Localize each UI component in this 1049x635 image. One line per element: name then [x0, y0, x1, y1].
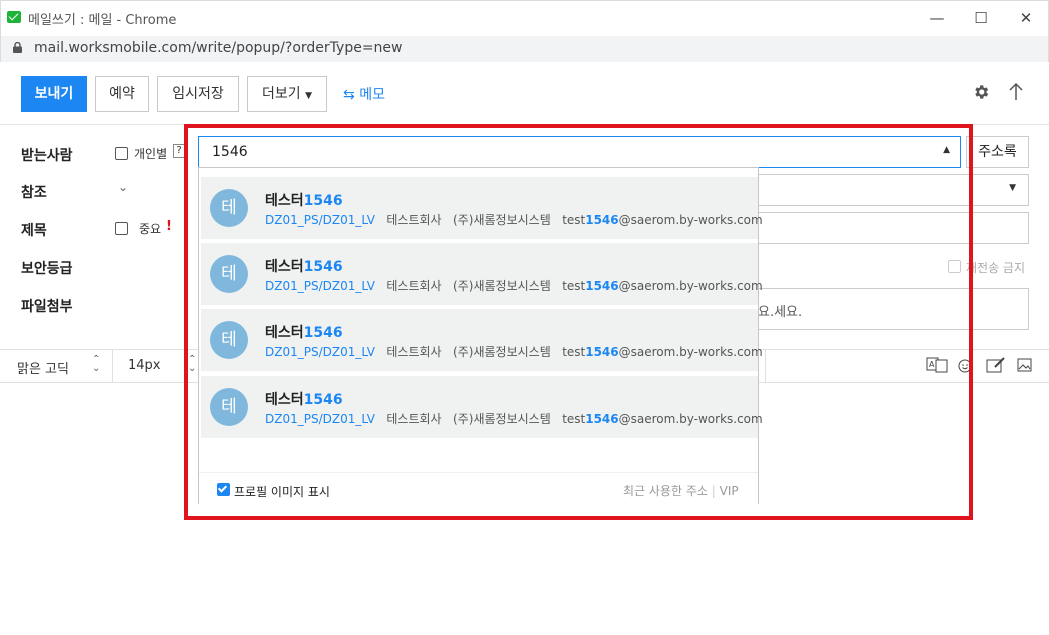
draw-icon[interactable]: [986, 356, 1006, 374]
window-title: 메일쓰기 : 메일 - Chrome: [28, 13, 177, 28]
send-button[interactable]: 보내기: [21, 76, 87, 112]
reserve-button[interactable]: 예약: [95, 76, 149, 112]
gear-icon[interactable]: [972, 83, 990, 101]
swap-arrows-icon: ⇆: [343, 87, 355, 103]
memo-label: 메모: [359, 87, 385, 103]
image-icon[interactable]: [1017, 358, 1032, 372]
lock-icon: [13, 42, 22, 53]
security-label: 보안등급: [21, 261, 73, 277]
close-icon[interactable]: ✕: [1011, 6, 1041, 30]
font-size-select[interactable]: 14px: [128, 358, 161, 373]
important-label: 중요: [139, 222, 162, 236]
minimize-icon[interactable]: —: [922, 6, 952, 30]
important-checkbox[interactable]: [115, 222, 128, 235]
more-button[interactable]: 더보기 ▼: [247, 76, 327, 112]
forward-block-label: 재전송 금지: [966, 261, 1026, 275]
cc-label: 참조: [21, 185, 47, 201]
individual-checkbox[interactable]: [115, 147, 128, 160]
arrow-up-icon[interactable]: [1008, 83, 1024, 101]
caret-down-icon: ▼: [305, 91, 312, 101]
attach-label: 파일첨부: [21, 299, 73, 315]
maximize-icon[interactable]: ☐: [966, 6, 996, 30]
more-label: 더보기: [261, 86, 301, 102]
chevron-down-icon[interactable]: ⌄: [118, 180, 128, 194]
address-book-button[interactable]: 주소록: [966, 136, 1029, 168]
highlight-box: [184, 124, 973, 520]
subject-label: 제목: [21, 223, 47, 239]
mail-app-icon: [7, 11, 21, 23]
individual-label: 개인별: [134, 147, 168, 161]
temp-save-button[interactable]: 임시저장: [157, 76, 239, 112]
caret-down-icon[interactable]: ▼: [1009, 183, 1016, 193]
memo-button[interactable]: ⇆ 메모: [343, 84, 385, 104]
font-family-select[interactable]: 맑은 고딕: [17, 358, 69, 377]
url-text[interactable]: mail.worksmobile.com/write/popup/?orderT…: [34, 40, 402, 56]
important-mark: !: [166, 219, 172, 234]
font-family-spinner-icon[interactable]: ⌃ ⌄: [92, 355, 100, 374]
toolbar-separator: [112, 350, 113, 382]
to-label: 받는사람: [21, 148, 73, 164]
